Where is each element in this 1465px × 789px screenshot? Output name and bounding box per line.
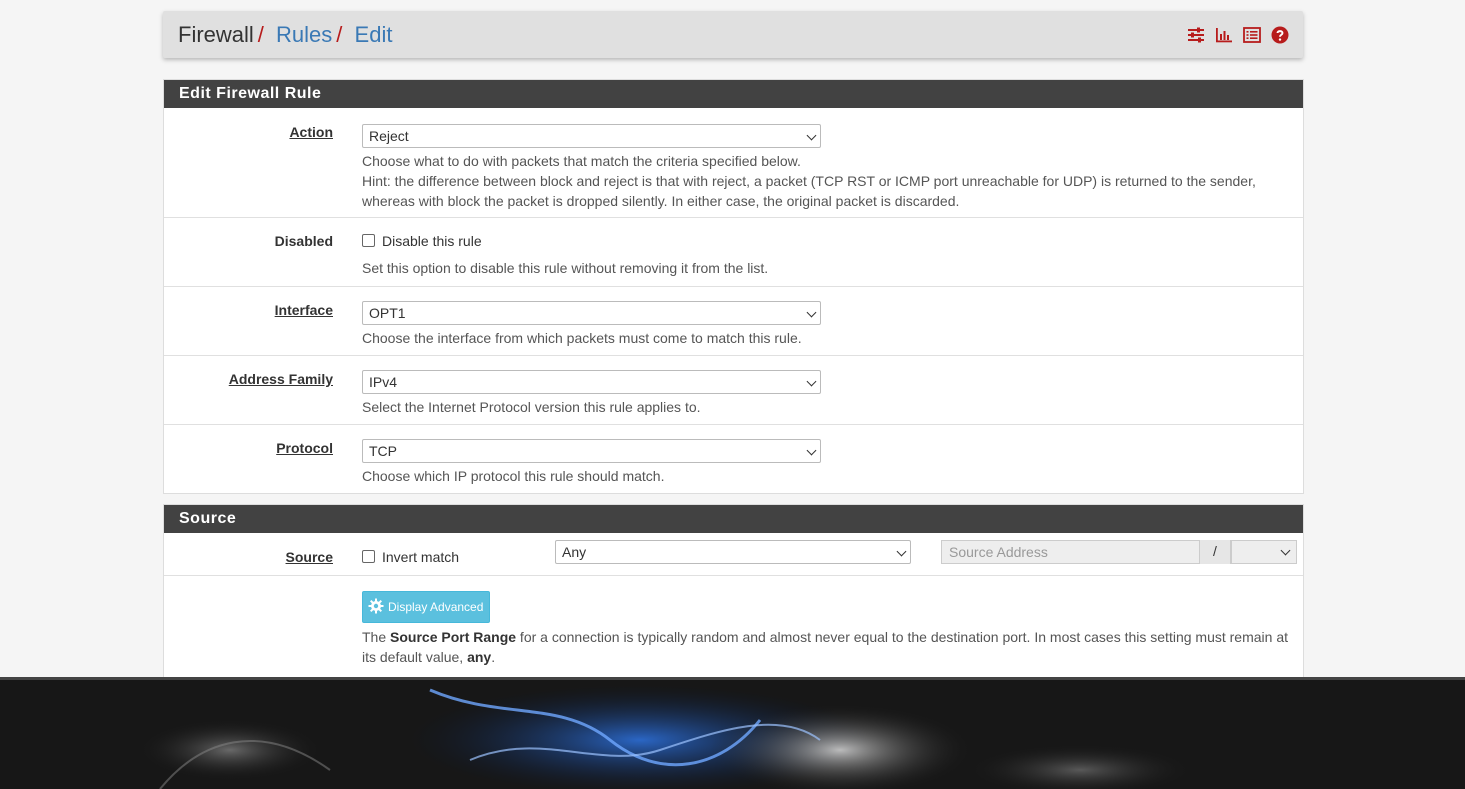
interface-select[interactable]: OPT1: [362, 301, 821, 325]
protocol-select[interactable]: TCP: [362, 439, 821, 463]
edit-rule-panel: Edit Firewall Rule Action Reject Choose …: [163, 79, 1304, 494]
help-text: .: [491, 649, 496, 665]
header-icons: [1187, 26, 1289, 44]
invert-match-label[interactable]: Invert match: [382, 549, 459, 565]
address-family-label[interactable]: Address Family: [229, 371, 333, 387]
breadcrumb-firewall: Firewall: [178, 22, 254, 47]
interface-select-value: OPT1: [369, 305, 406, 321]
panel-heading: Edit Firewall Rule: [164, 80, 1303, 108]
source-advanced-row: Display Advanced The Source Port Range f…: [164, 575, 1303, 674]
action-label[interactable]: Action: [289, 124, 333, 140]
action-hint-line1: Hint: the difference between block and r…: [362, 173, 1256, 189]
source-label[interactable]: Source: [286, 549, 333, 565]
address-family-help: Select the Internet Protocol version thi…: [362, 399, 701, 415]
gear-icon: [368, 595, 384, 614]
action-select[interactable]: Reject: [362, 124, 821, 148]
source-type-value: Any: [562, 544, 587, 560]
source-mask-select[interactable]: [1231, 540, 1297, 564]
chevron-down-icon: [1280, 545, 1291, 556]
breadcrumb-separator: /: [257, 22, 264, 47]
protocol-help: Choose which IP protocol this rule shoul…: [362, 468, 665, 484]
source-address-input[interactable]: Source Address: [949, 544, 1048, 560]
breadcrumb-bar: Firewall / Rules / Edit: [163, 11, 1303, 58]
action-help: Choose what to do with packets that matc…: [362, 153, 801, 169]
source-address-group: Source Address /: [941, 540, 1297, 564]
interface-label[interactable]: Interface: [275, 302, 333, 318]
address-family-row: Address Family IPv4 Select the Internet …: [164, 355, 1303, 424]
breadcrumb-rules[interactable]: Rules: [276, 22, 332, 47]
action-select-value: Reject: [369, 128, 409, 144]
panel-heading: Source: [164, 505, 1303, 533]
disabled-label: Disabled: [274, 233, 333, 249]
chevron-down-icon: [806, 307, 817, 318]
disable-rule-checkbox[interactable]: [362, 234, 375, 247]
interface-row: Interface OPT1 Choose the interface from…: [164, 286, 1303, 355]
help-text: its default value,: [362, 649, 468, 665]
disabled-row: Disabled Disable this rule Set this opti…: [164, 217, 1303, 286]
footer-background: [0, 677, 1465, 789]
action-hint-line2: whereas with block the packet is dropped…: [362, 193, 960, 209]
display-advanced-label: Display Advanced: [388, 600, 484, 614]
help-text: for a connection is typically random and…: [516, 629, 1288, 645]
disable-rule-checkbox-label[interactable]: Disable this rule: [382, 233, 482, 249]
interface-help: Choose the interface from which packets …: [362, 330, 802, 346]
source-panel: Source Source Invert match Any Source Ad…: [163, 504, 1304, 678]
list-icon[interactable]: [1243, 26, 1261, 44]
protocol-label[interactable]: Protocol: [276, 440, 333, 456]
action-row: Action Reject Choose what to do with pac…: [164, 108, 1303, 217]
source-row: Source Invert match Any Source Address /: [164, 533, 1303, 575]
help-bold-term: any: [467, 649, 492, 665]
breadcrumb-edit[interactable]: Edit: [355, 22, 393, 47]
breadcrumb: Firewall / Rules / Edit: [178, 21, 392, 49]
cidr-separator: /: [1199, 540, 1231, 564]
protocol-row: Protocol TCP Choose which IP protocol th…: [164, 424, 1303, 493]
chevron-down-icon: [806, 445, 817, 456]
invert-match-checkbox[interactable]: [362, 550, 375, 563]
display-advanced-button[interactable]: Display Advanced: [362, 591, 491, 623]
source-type-select[interactable]: Any: [555, 540, 911, 564]
help-text: The: [362, 629, 391, 645]
disabled-help: Set this option to disable this rule wit…: [362, 260, 769, 276]
breadcrumb-separator: /: [336, 22, 343, 47]
address-family-select-value: IPv4: [369, 374, 398, 390]
chevron-down-icon: [806, 376, 817, 387]
source-port-help: The Source Port Range for a connection i…: [362, 627, 1292, 667]
footer-art-image: [140, 685, 1190, 789]
address-family-select[interactable]: IPv4: [362, 370, 821, 394]
help-icon[interactable]: [1271, 26, 1289, 44]
sliders-icon[interactable]: [1187, 26, 1205, 44]
chevron-down-icon: [896, 546, 907, 557]
help-bold-term: Source Port Range: [390, 629, 517, 645]
chevron-down-icon: [806, 130, 817, 141]
bar-chart-icon[interactable]: [1215, 26, 1233, 44]
protocol-select-value: TCP: [369, 443, 397, 459]
